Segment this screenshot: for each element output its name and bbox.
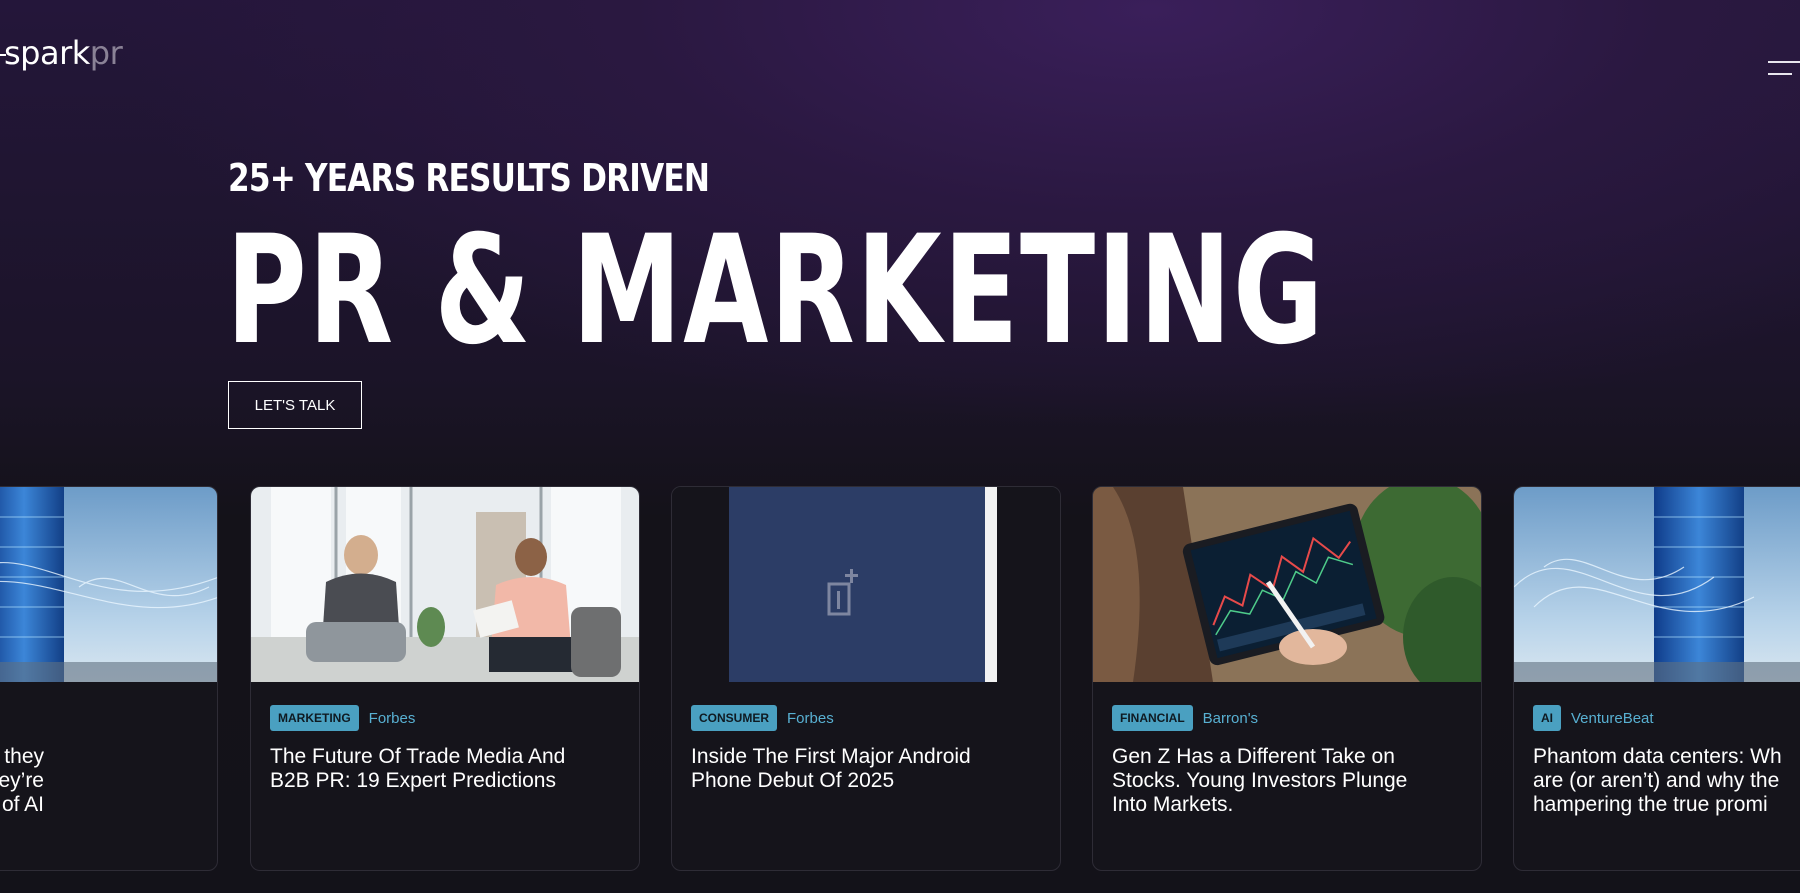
article-card-gen-z-stocks[interactable]: FINANCIAL Barron's Gen Z Has a Different… xyxy=(1092,486,1482,871)
sparkpr-logo[interactable]: spark pr xyxy=(0,34,123,72)
card-title: Inside The First Major Android Phone Deb… xyxy=(691,745,971,792)
card-title: Phantom data centers: Wh are (or aren’t)… xyxy=(1533,745,1782,816)
hamburger-menu-icon[interactable] xyxy=(1768,61,1800,75)
oneplus-phone-image xyxy=(672,487,1060,682)
source-link[interactable]: Barron's xyxy=(1203,710,1258,727)
page: spark pr 25+ YEARS RESULTS DRIVEN PR & MA… xyxy=(0,0,1800,893)
card-meta: AI VentureBeat xyxy=(1533,705,1654,731)
category-tag[interactable]: AI xyxy=(1533,705,1561,731)
card-meta: FINANCIAL Barron's xyxy=(1112,705,1258,731)
source-link[interactable]: Forbes xyxy=(369,710,416,727)
category-tag[interactable]: FINANCIAL xyxy=(1112,705,1193,731)
datacenter-tower-image xyxy=(0,487,217,682)
source-link[interactable]: Forbes xyxy=(787,710,834,727)
logo-word-pr: pr xyxy=(89,34,123,72)
card-meta: CONSUMER Forbes xyxy=(691,705,834,731)
hero-eyebrow: 25+ YEARS RESULTS DRIVEN xyxy=(228,156,710,200)
card-title: Gen Z Has a Different Take on Stocks. Yo… xyxy=(1112,745,1408,816)
menu-line-top xyxy=(1768,61,1800,63)
card-meta: MARKETING Forbes xyxy=(270,705,415,731)
menu-line-bottom xyxy=(1768,73,1792,75)
lets-talk-button[interactable]: LET'S TALK xyxy=(228,381,362,429)
article-card-trade-media[interactable]: MARKETING Forbes The Future Of Trade Med… xyxy=(250,486,640,871)
category-tag[interactable]: MARKETING xyxy=(270,705,359,731)
hero-headline: PR & MARKETING xyxy=(226,204,1325,378)
office-meeting-image xyxy=(251,487,639,682)
logo-dash xyxy=(0,54,6,56)
datacenter-tower-image xyxy=(1514,487,1800,682)
card-title: The Future Of Trade Media And B2B PR: 19… xyxy=(270,745,566,792)
tablet-stocks-image xyxy=(1093,487,1481,682)
article-card-datacenters-partial[interactable]: centers: What they and why they’re true … xyxy=(0,486,218,871)
card-title: centers: What they and why they’re true … xyxy=(0,745,44,816)
article-card-phantom-datacenters[interactable]: AI VentureBeat Phantom data centers: Wh … xyxy=(1513,486,1800,871)
category-tag[interactable]: CONSUMER xyxy=(691,705,778,731)
source-link[interactable]: VentureBeat xyxy=(1571,710,1654,727)
logo-word-spark: spark xyxy=(4,34,90,72)
article-card-android-phone[interactable]: CONSUMER Forbes Inside The First Major A… xyxy=(671,486,1061,871)
